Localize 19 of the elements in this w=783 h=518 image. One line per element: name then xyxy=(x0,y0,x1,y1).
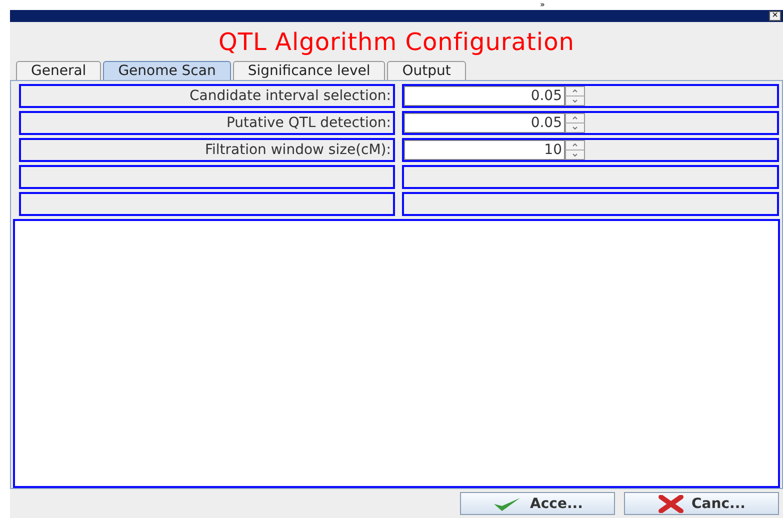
field-label: Candidate interval selection: xyxy=(190,88,392,104)
number-field[interactable]: 0.05 xyxy=(404,113,565,133)
spinner-arrows-icon[interactable] xyxy=(565,140,585,160)
cancel-button[interactable]: Canc... xyxy=(624,492,779,515)
dialog-heading: QTL Algorithm Configuration xyxy=(218,27,576,58)
spinner-arrows-icon[interactable] xyxy=(565,113,585,133)
number-field[interactable]: 10 xyxy=(404,140,565,160)
close-button[interactable]: × xyxy=(769,11,781,21)
tab[interactable]: Significance level xyxy=(232,61,386,80)
field-label: Putative QTL detection: xyxy=(226,115,392,131)
spinner-arrows-icon[interactable] xyxy=(565,86,585,106)
number-field[interactable]: 0.05 xyxy=(404,86,565,106)
tab[interactable]: Genome Scan xyxy=(103,61,231,80)
field-label: Filtration window size(cM): xyxy=(204,142,392,158)
tab[interactable]: General xyxy=(16,61,102,80)
accept-button[interactable]: Acce... xyxy=(460,492,615,515)
double-arrow-mark: » xyxy=(540,0,545,9)
cross-icon xyxy=(658,494,684,512)
tab[interactable]: Output xyxy=(387,61,466,80)
